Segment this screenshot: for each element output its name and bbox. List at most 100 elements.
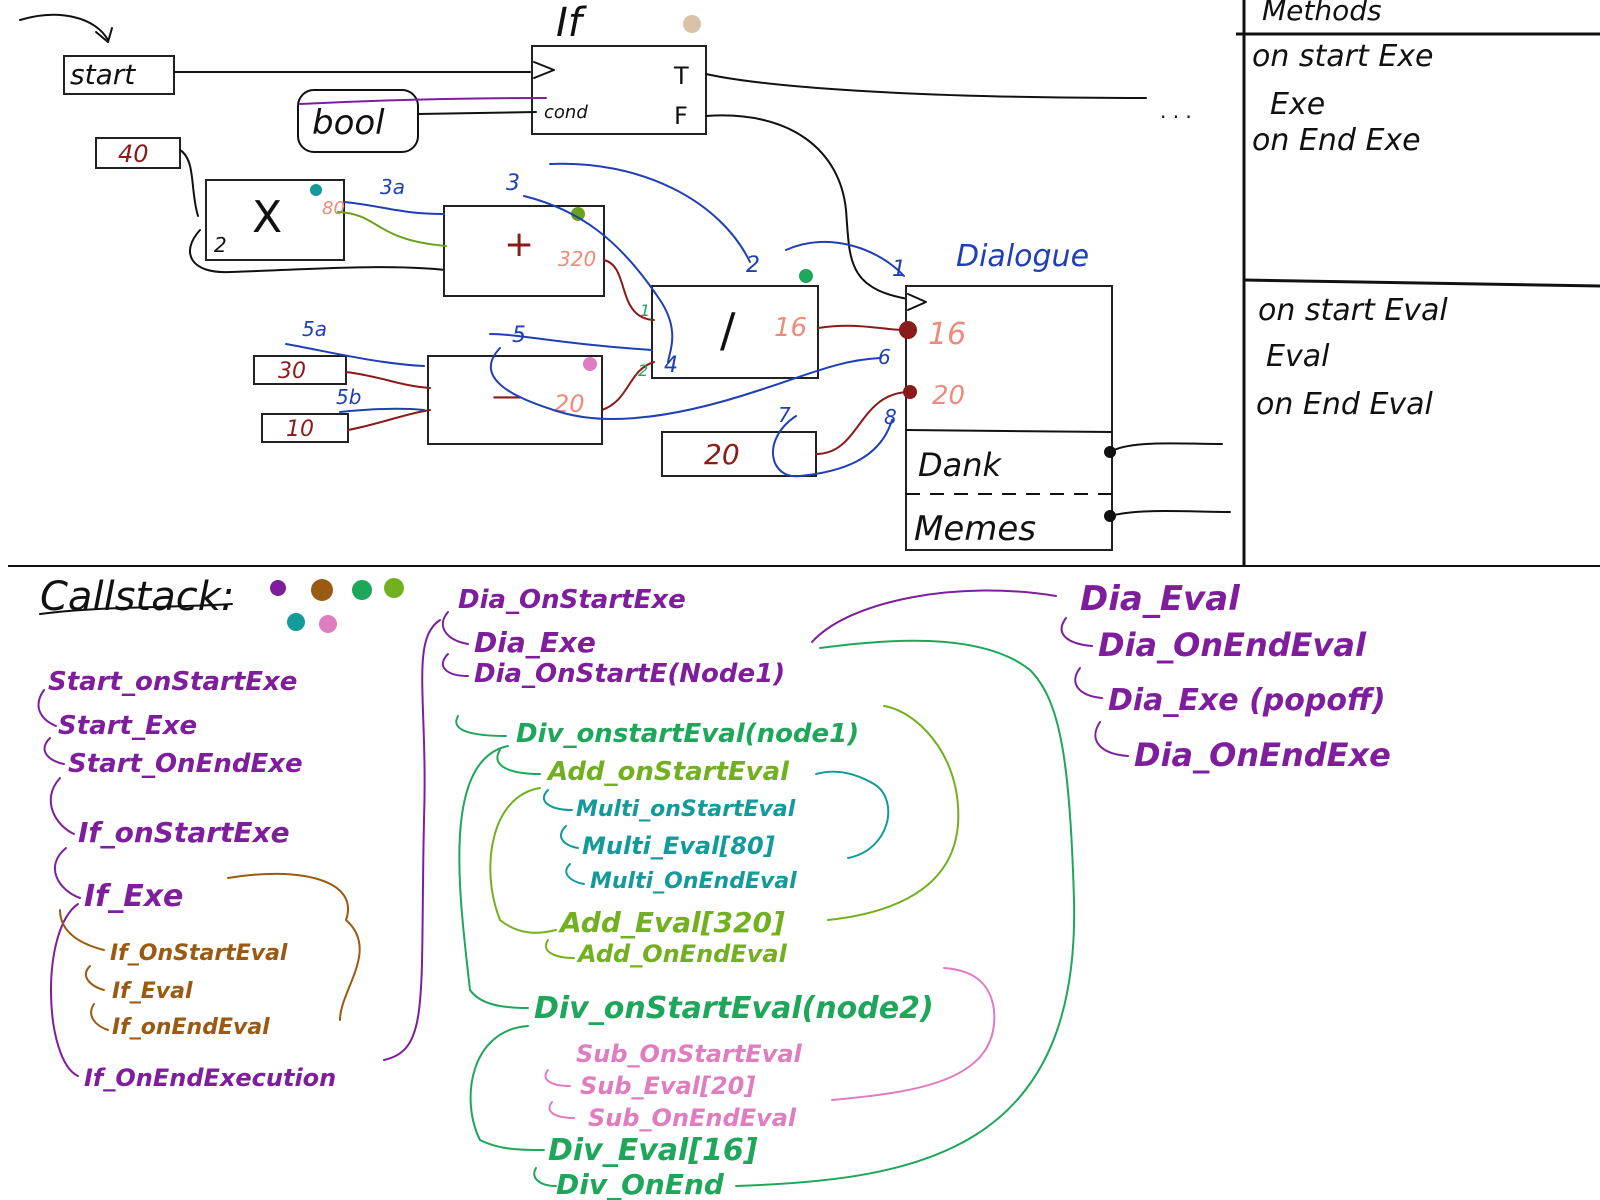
callstack-column-2-eval: Div_onstartEval(node1) Add_onStartEval M… [516, 719, 934, 1200]
order-label-green-2: 2 [638, 361, 648, 380]
multiply-input: 2 [214, 233, 227, 257]
dialogue-title: Dialogue [956, 239, 1089, 274]
stack-start-onendexe: Start_OnEndExe [68, 749, 303, 779]
method-eval-2: Eval [1266, 339, 1330, 374]
order-label-3a: 3a [380, 175, 405, 199]
legend-dot-teal [287, 613, 305, 631]
col2-eval-arrow-teal-3 [565, 863, 585, 885]
if-status-dot [683, 15, 701, 33]
stack-if-onstarteval: If_OnStartEval [110, 941, 288, 966]
col1-brown-arrow-2 [85, 965, 105, 991]
method-exe-2: Exe [1270, 87, 1325, 122]
dialogue-option-2: Memes [914, 509, 1036, 549]
col2-pink-arrow-2 [548, 1101, 575, 1119]
if-false-label: F [674, 102, 688, 130]
col2-lime-bracket [489, 787, 557, 934]
order-label-2: 2 [746, 253, 760, 278]
add-output: 320 [558, 247, 596, 271]
if-title: If [556, 0, 588, 46]
subtract-status-dot [583, 357, 597, 371]
stack-div-onstarteval-node2: Div_onStartEval(node2) [534, 991, 934, 1026]
start-label: start [70, 58, 136, 91]
order-label-6: 6 [878, 345, 891, 369]
dialogue-input-2: 20 [932, 381, 965, 411]
stack-div-onend: Div_OnEnd [556, 1168, 725, 1200]
method-exe-3: on End Exe [1252, 123, 1421, 158]
stack-multi-onstarteval: Multi_onStartEval [576, 797, 796, 822]
order-label-4: 4 [664, 353, 678, 378]
col2-eval-arrow-2 [496, 749, 541, 775]
col2-pink-arrow-1 [544, 1069, 571, 1087]
col1-brown-arrow-3 [90, 1003, 109, 1031]
callstack-title: Callstack: [40, 574, 234, 620]
col3-arrow-1 [1060, 617, 1093, 647]
legend-dot-pink [319, 615, 337, 633]
stack-if-onendeval: If_onEndEval [112, 1015, 270, 1040]
const-10-wire [347, 409, 431, 431]
order-label-8: 8 [884, 405, 897, 429]
multiply-output: 80 [322, 198, 345, 219]
const-20-label: 20 [704, 438, 740, 471]
if-true-label: T [673, 62, 689, 90]
col2-green-bracket-1 [458, 745, 529, 1009]
method-eval-1: on start Eval [1258, 293, 1448, 328]
col2-to-col3-wire [811, 589, 1057, 643]
col2-green-arrow-last [533, 1167, 557, 1187]
if-true-wire [705, 73, 1147, 99]
add-op: + [504, 224, 534, 265]
method-exe-1: on start Exe [1252, 39, 1433, 74]
callstack-column-2-exe: Dia_OnStartExe Dia_Exe Dia_OnStartE(Node… [458, 585, 785, 689]
methods-title: Methods [1262, 0, 1382, 27]
col3-arrow-2 [1074, 667, 1103, 699]
dialogue-input-1: 16 [928, 317, 966, 352]
stack-sub-eval: Sub_Eval[20] [580, 1072, 755, 1100]
stack-dia-onendeval: Dia_OnEndEval [1098, 626, 1367, 664]
divide-op: / [720, 303, 736, 357]
col1-arrow-2 [43, 737, 65, 765]
order-label-5b: 5b [336, 385, 361, 409]
order-label-1: 1 [892, 257, 906, 282]
stack-start-exe: Start_Exe [58, 711, 197, 741]
col1-to-col2-wire [383, 619, 441, 1061]
col2-green-bracket-2 [469, 1025, 545, 1151]
order-label-3: 3 [506, 171, 520, 196]
stack-sub-onendeval: Sub_OnEndEval [588, 1104, 797, 1132]
stack-dia-onstartexe: Dia_OnStartExe [458, 585, 686, 615]
order-label-5: 5 [512, 323, 526, 348]
wire-5b [339, 407, 425, 413]
stack-dia-onendexe: Dia_OnEndExe [1134, 736, 1391, 774]
legend-dot-brown [311, 579, 333, 601]
divide-status-dot [799, 269, 813, 283]
wire-3a [343, 201, 445, 215]
dialogue-input-pin-1 [899, 321, 917, 339]
stack-sub-onstarteval: Sub_OnStartEval [576, 1040, 803, 1068]
legend-dot-green [352, 580, 372, 600]
stack-start-onstartexe: Start_onStartExe [48, 667, 297, 697]
divide-output: 16 [774, 313, 807, 343]
stack-if-onendexecution: If_OnEndExecution [84, 1064, 336, 1092]
stack-add-eval: Add_Eval[320] [558, 906, 785, 939]
stack-add-onendeval: Add_OnEndEval [576, 940, 788, 968]
callstack-column-1: Start_onStartExe Start_Exe Start_OnEndEx… [48, 667, 336, 1092]
col2-lime-arrow [545, 939, 575, 959]
divide-to-dialogue-wire [817, 324, 907, 331]
stack-if-eval: If_Eval [112, 979, 193, 1004]
col2-exe-arrow-2 [441, 653, 469, 677]
col2-pink-return [831, 967, 996, 1101]
method-eval-3: on End Eval [1256, 387, 1434, 422]
col2-exe-arrow-1 [441, 611, 469, 645]
stack-div-eval: Div_Eval[16] [548, 1133, 758, 1168]
col1-arrow-4 [53, 847, 81, 899]
dialogue-option-1: Dank [918, 446, 1003, 484]
const-30-label: 30 [278, 359, 306, 384]
if-cond-label: cond [544, 102, 588, 123]
methods-split-line [1243, 278, 1600, 288]
order-label-5a: 5a [302, 317, 327, 341]
stack-div-onstarteval-node1: Div_onstartEval(node1) [516, 719, 859, 749]
col2-eval-arrow-1 [455, 715, 507, 737]
const-40-wire [179, 149, 199, 217]
callstack-column-3: Dia_Eval Dia_OnEndEval Dia_Exe (popoff) … [1080, 579, 1391, 774]
multiply-op: X [252, 192, 282, 243]
entry-arrow [19, 13, 109, 41]
col1-arrow-3 [49, 777, 75, 835]
